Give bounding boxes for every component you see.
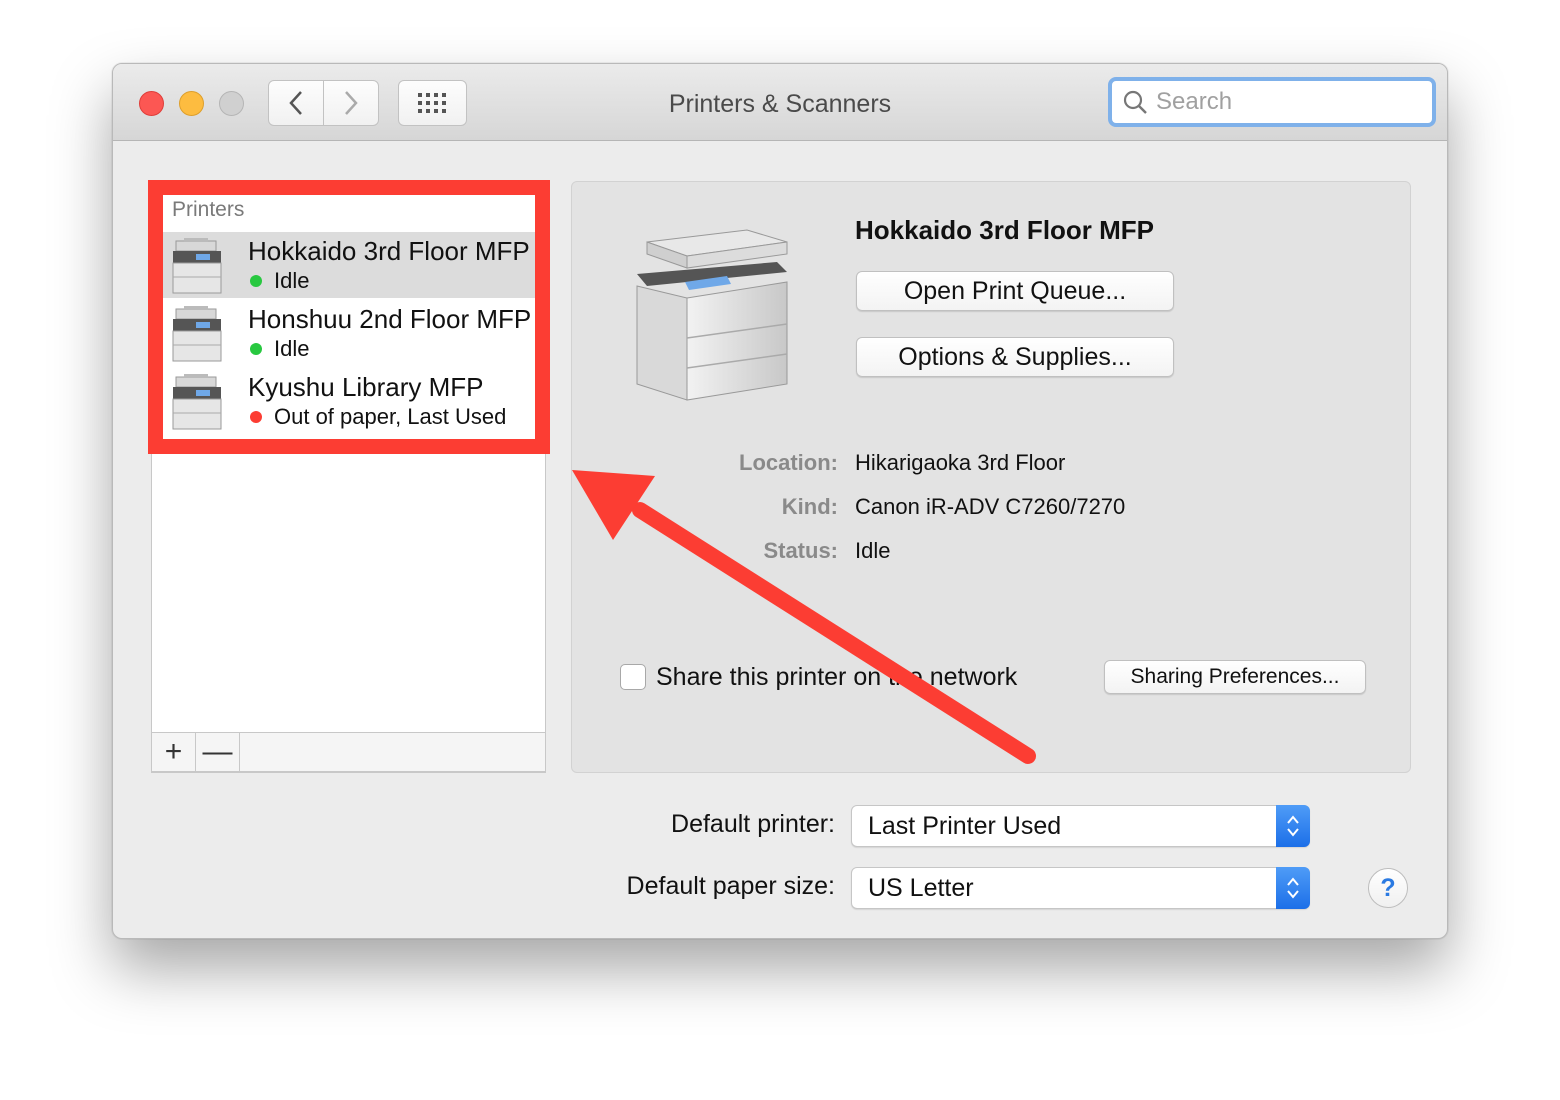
printer-status: Idle	[274, 336, 310, 361]
printer-image-icon	[636, 229, 788, 401]
status-dot-idle	[250, 275, 262, 287]
printer-name: Hokkaido 3rd Floor MFP	[248, 236, 530, 266]
sharing-preferences-button[interactable]: Sharing Preferences...	[1104, 660, 1366, 694]
printers-list-header: Printers	[172, 198, 245, 221]
kind-value: Canon iR-ADV C7260/7270	[855, 494, 1126, 519]
printer-status: Out of paper, Last Used	[274, 404, 507, 429]
printer-status: Idle	[274, 268, 310, 293]
title-bar: Printers & Scanners	[113, 64, 1447, 141]
default-paper-size-popup[interactable]: US Letter	[851, 867, 1310, 909]
share-printer-checkbox[interactable]	[620, 664, 646, 690]
printer-icon	[172, 306, 222, 362]
printer-row-kyushu[interactable]: Kyushu Library MFP Out of paper, Last Us…	[158, 368, 544, 434]
search-input[interactable]	[1156, 88, 1406, 116]
default-printer-value: Last Printer Used	[868, 812, 1062, 840]
printer-detail-panel: Hokkaido 3rd Floor MFP Open Print Queue.…	[571, 181, 1411, 773]
printer-name: Kyushu Library MFP	[248, 372, 484, 402]
status-value: Idle	[855, 538, 891, 563]
status-dot-error	[250, 411, 262, 423]
kind-label: Kind:	[781, 494, 838, 519]
printer-name: Honshuu 2nd Floor MFP	[248, 304, 532, 334]
default-printer-popup[interactable]: Last Printer Used	[851, 805, 1310, 847]
location-label: Location:	[739, 450, 838, 475]
printers-list-toolbar: + —	[151, 732, 546, 772]
printers-list[interactable]: Printers Hokkaido 3rd Floor MFP Idle Hon…	[151, 185, 546, 773]
default-paper-size-label: Default paper size:	[626, 872, 835, 900]
open-print-queue-button[interactable]: Open Print Queue...	[856, 271, 1174, 311]
share-printer-label[interactable]: Share this printer on the network	[656, 663, 1017, 692]
printers-scanners-window: Printers & Scanners Printers Hokkaido 3r…	[112, 63, 1448, 939]
printer-icon	[172, 238, 222, 294]
status-label: Status:	[763, 538, 838, 563]
default-paper-size-value: US Letter	[868, 874, 974, 902]
options-supplies-button[interactable]: Options & Supplies...	[856, 337, 1174, 377]
popup-arrows-icon	[1276, 805, 1310, 847]
printer-row-honshuu[interactable]: Honshuu 2nd Floor MFP Idle	[158, 300, 544, 366]
add-printer-button[interactable]: +	[152, 733, 196, 771]
help-button[interactable]: ?	[1368, 868, 1408, 908]
status-dot-idle	[250, 343, 262, 355]
search-field[interactable]	[1108, 77, 1436, 127]
printer-icon	[172, 374, 222, 430]
remove-printer-button[interactable]: —	[196, 733, 240, 771]
printer-row-hokkaido[interactable]: Hokkaido 3rd Floor MFP Idle	[158, 232, 544, 298]
location-value: Hikarigaoka 3rd Floor	[855, 450, 1066, 475]
selected-printer-name: Hokkaido 3rd Floor MFP	[855, 215, 1155, 245]
search-icon	[1123, 90, 1147, 114]
default-printer-label: Default printer:	[671, 810, 835, 838]
popup-arrows-icon	[1276, 867, 1310, 909]
